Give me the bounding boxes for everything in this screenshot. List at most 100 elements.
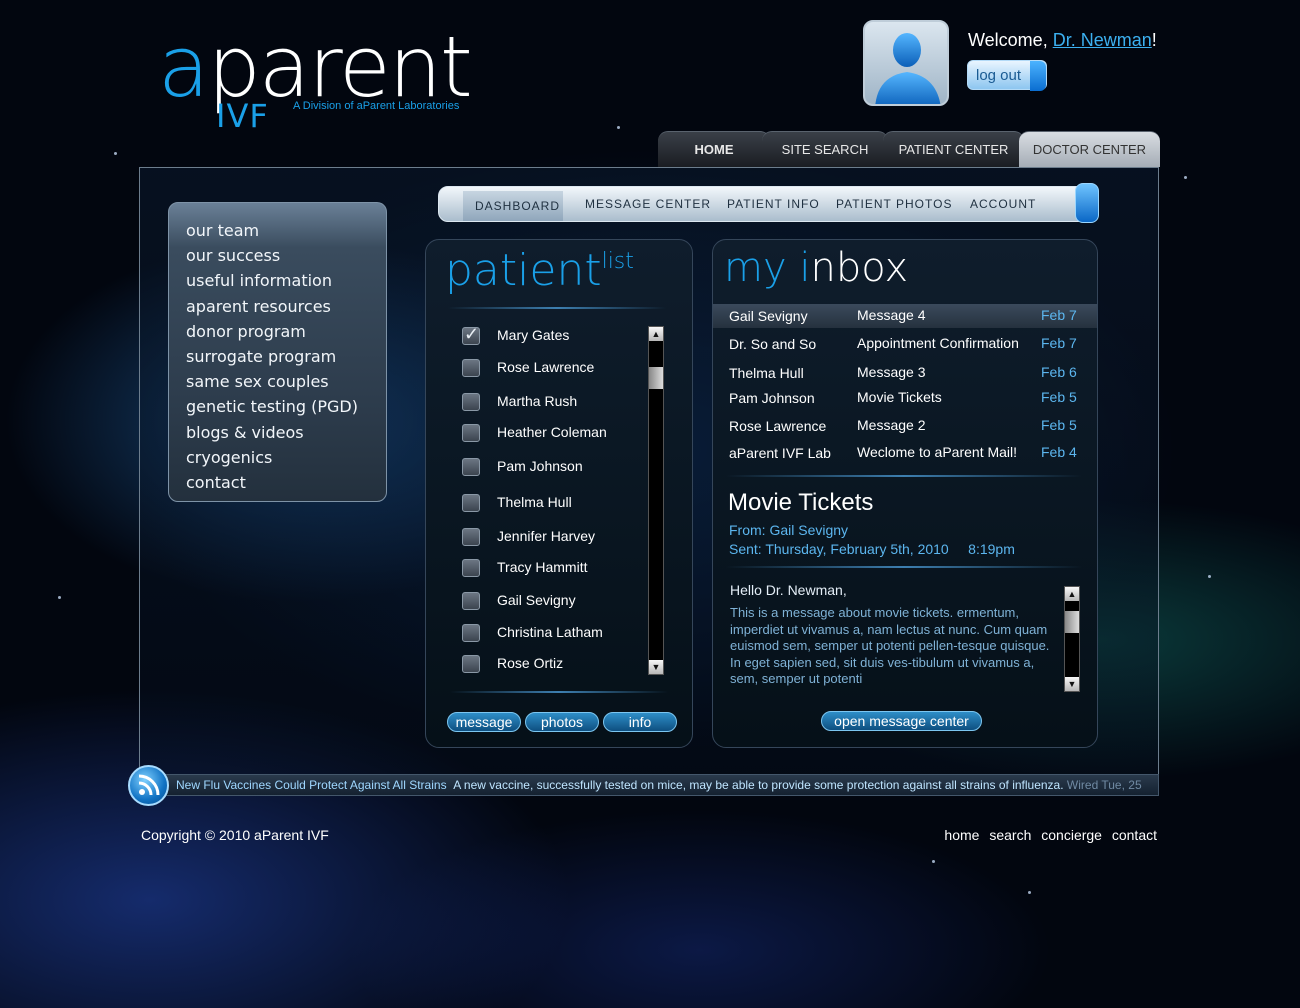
scroll-down-arrow-icon[interactable]: ▼ <box>649 660 663 674</box>
ticker-headline[interactable]: New Flu Vaccines Could Protect Against A… <box>176 778 447 792</box>
patient-checkbox[interactable] <box>462 393 480 411</box>
patient-row[interactable]: Heather Coleman <box>462 422 642 444</box>
user-name-link[interactable]: Dr. Newman <box>1053 30 1152 50</box>
logout-button[interactable]: log out <box>967 60 1047 91</box>
patient-row[interactable]: Thelma Hull <box>462 492 642 514</box>
message-scrollbar[interactable]: ▲ ▼ <box>1064 586 1080 692</box>
patient-checkbox[interactable] <box>462 655 480 673</box>
message-greeting: Hello Dr. Newman, <box>730 582 847 598</box>
message-button[interactable]: message <box>447 712 521 732</box>
patient-row[interactable]: Rose Ortiz <box>462 653 642 675</box>
inbox-row[interactable]: Pam Johnson Movie Tickets Feb 5 <box>713 386 1097 410</box>
inbox-row[interactable]: Dr. So and So Appointment Confirmation F… <box>713 332 1097 356</box>
sidenav-item-genetic-testing[interactable]: genetic testing (PGD) <box>169 397 386 422</box>
tab-patient-center[interactable]: PATIENT CENTER <box>883 131 1024 167</box>
patient-row[interactable]: Jennifer Harvey <box>462 526 642 548</box>
sidenav-item-useful-information[interactable]: useful information <box>169 271 386 296</box>
star <box>114 152 117 155</box>
avatar[interactable] <box>863 20 949 106</box>
patient-row[interactable]: Tracy Hammitt <box>462 557 642 579</box>
patient-name: Rose Lawrence <box>497 359 595 375</box>
inbox-subject: Message 4 <box>857 307 926 323</box>
divider <box>726 566 1082 568</box>
tab-patient-photos[interactable]: PATIENT PHOTOS <box>836 187 952 221</box>
inbox-from: Dr. So and So <box>729 336 817 352</box>
sidenav-item-surrogate-program[interactable]: surrogate program <box>169 347 386 372</box>
sidenav-item-our-team[interactable]: our team <box>169 221 386 246</box>
scroll-down-arrow-icon[interactable]: ▼ <box>1065 677 1079 691</box>
star <box>1184 176 1187 179</box>
scroll-up-arrow-icon[interactable]: ▲ <box>1065 587 1079 601</box>
message-sent: Sent: Thursday, February 5th, 2010 8:19p… <box>729 541 1015 557</box>
patient-row[interactable]: Pam Johnson <box>462 456 642 478</box>
patient-name: Heather Coleman <box>497 424 607 440</box>
inbox-row[interactable]: aParent IVF Lab Weclome to aParent Mail!… <box>713 441 1097 465</box>
tab-patient-info[interactable]: PATIENT INFO <box>727 187 820 221</box>
divider <box>726 475 1082 477</box>
tab-message-center[interactable]: MESSAGE CENTER <box>585 187 711 221</box>
patient-list-scrollbar[interactable]: ▲ ▼ <box>648 326 664 675</box>
copyright: Copyright © 2010 aParent IVF <box>141 827 329 843</box>
tab-account[interactable]: ACCOUNT <box>970 187 1036 221</box>
star <box>1028 891 1031 894</box>
logo-wordmark: aparent <box>158 18 473 116</box>
rss-icon[interactable] <box>128 765 169 806</box>
patient-checkbox[interactable] <box>462 592 480 610</box>
inbox-subject: Appointment Confirmation <box>857 335 1019 351</box>
footer-link-home[interactable]: home <box>944 827 979 843</box>
scroll-thumb[interactable] <box>649 367 663 389</box>
patient-name: Pam Johnson <box>497 458 583 474</box>
divider <box>448 307 666 309</box>
patient-row[interactable]: Gail Sevigny <box>462 590 642 612</box>
patient-checkbox[interactable] <box>462 494 480 512</box>
site-logo[interactable]: aparent IVF A Division of aParent Labora… <box>158 22 498 137</box>
inbox-from: Gail Sevigny <box>729 308 808 324</box>
patient-name: Mary Gates <box>497 327 570 343</box>
patient-row[interactable]: Martha Rush <box>462 391 642 413</box>
patient-checkbox[interactable] <box>462 624 480 642</box>
footer-link-contact[interactable]: contact <box>1112 827 1157 843</box>
patient-checkbox[interactable] <box>462 559 480 577</box>
photos-button[interactable]: photos <box>525 712 599 732</box>
footer-link-concierge[interactable]: concierge <box>1041 827 1102 843</box>
patient-name: Martha Rush <box>497 393 578 409</box>
patient-row[interactable]: Rose Lawrence <box>462 357 642 379</box>
inbox-row[interactable]: Gail Sevigny Message 4 Feb 7 <box>713 304 1097 328</box>
top-nav: HOME SITE SEARCH PATIENT CENTER DOCTOR C… <box>655 131 1160 167</box>
scroll-thumb[interactable] <box>1065 611 1079 633</box>
inbox-row[interactable]: Thelma Hull Message 3 Feb 6 <box>713 361 1097 385</box>
sidenav-item-same-sex-couples[interactable]: same sex couples <box>169 372 386 397</box>
info-button[interactable]: info <box>603 712 677 732</box>
footer-link-search[interactable]: search <box>989 827 1031 843</box>
sidenav-item-contact[interactable]: contact <box>169 473 386 498</box>
sidenav-item-aparent-resources[interactable]: aparent resources <box>169 297 386 322</box>
patient-name: Rose Ortiz <box>497 655 564 671</box>
footer-links: home search concierge contact <box>938 827 1157 843</box>
tab-site-search[interactable]: SITE SEARCH <box>762 131 888 167</box>
tab-doctor-center[interactable]: DOCTOR CENTER <box>1019 131 1160 167</box>
patient-checkbox[interactable] <box>462 458 480 476</box>
patient-checkbox[interactable] <box>462 528 480 546</box>
sidenav-item-cryogenics[interactable]: cryogenics <box>169 448 386 473</box>
patient-row[interactable]: Christina Latham <box>462 622 642 644</box>
open-message-center-button[interactable]: open message center <box>821 711 982 731</box>
news-ticker[interactable]: New Flu Vaccines Could Protect Against A… <box>140 774 1159 796</box>
sidenav-item-blogs-videos[interactable]: blogs & videos <box>169 423 386 448</box>
scroll-up-arrow-icon[interactable]: ▲ <box>649 327 663 341</box>
patient-checkbox[interactable]: ✓ <box>462 324 480 345</box>
inbox-date: Feb 4 <box>1041 444 1077 460</box>
inbox-title: my inbox <box>724 245 909 291</box>
tab-home[interactable]: HOME <box>658 131 770 167</box>
tab-dashboard[interactable]: DASHBOARD <box>463 191 563 221</box>
patient-checkbox[interactable] <box>462 359 480 377</box>
patient-checkbox[interactable] <box>462 424 480 442</box>
sidenav-item-our-success[interactable]: our success <box>169 246 386 271</box>
star <box>617 126 620 129</box>
inbox-from: Thelma Hull <box>729 365 804 381</box>
sidenav-item-donor-program[interactable]: donor program <box>169 322 386 347</box>
patient-row[interactable]: ✓ Mary Gates <box>462 324 642 347</box>
inbox-from: Rose Lawrence <box>729 418 827 434</box>
inbox-row[interactable]: Rose Lawrence Message 2 Feb 5 <box>713 414 1097 438</box>
star <box>932 860 935 863</box>
rss-glyph <box>138 774 160 796</box>
